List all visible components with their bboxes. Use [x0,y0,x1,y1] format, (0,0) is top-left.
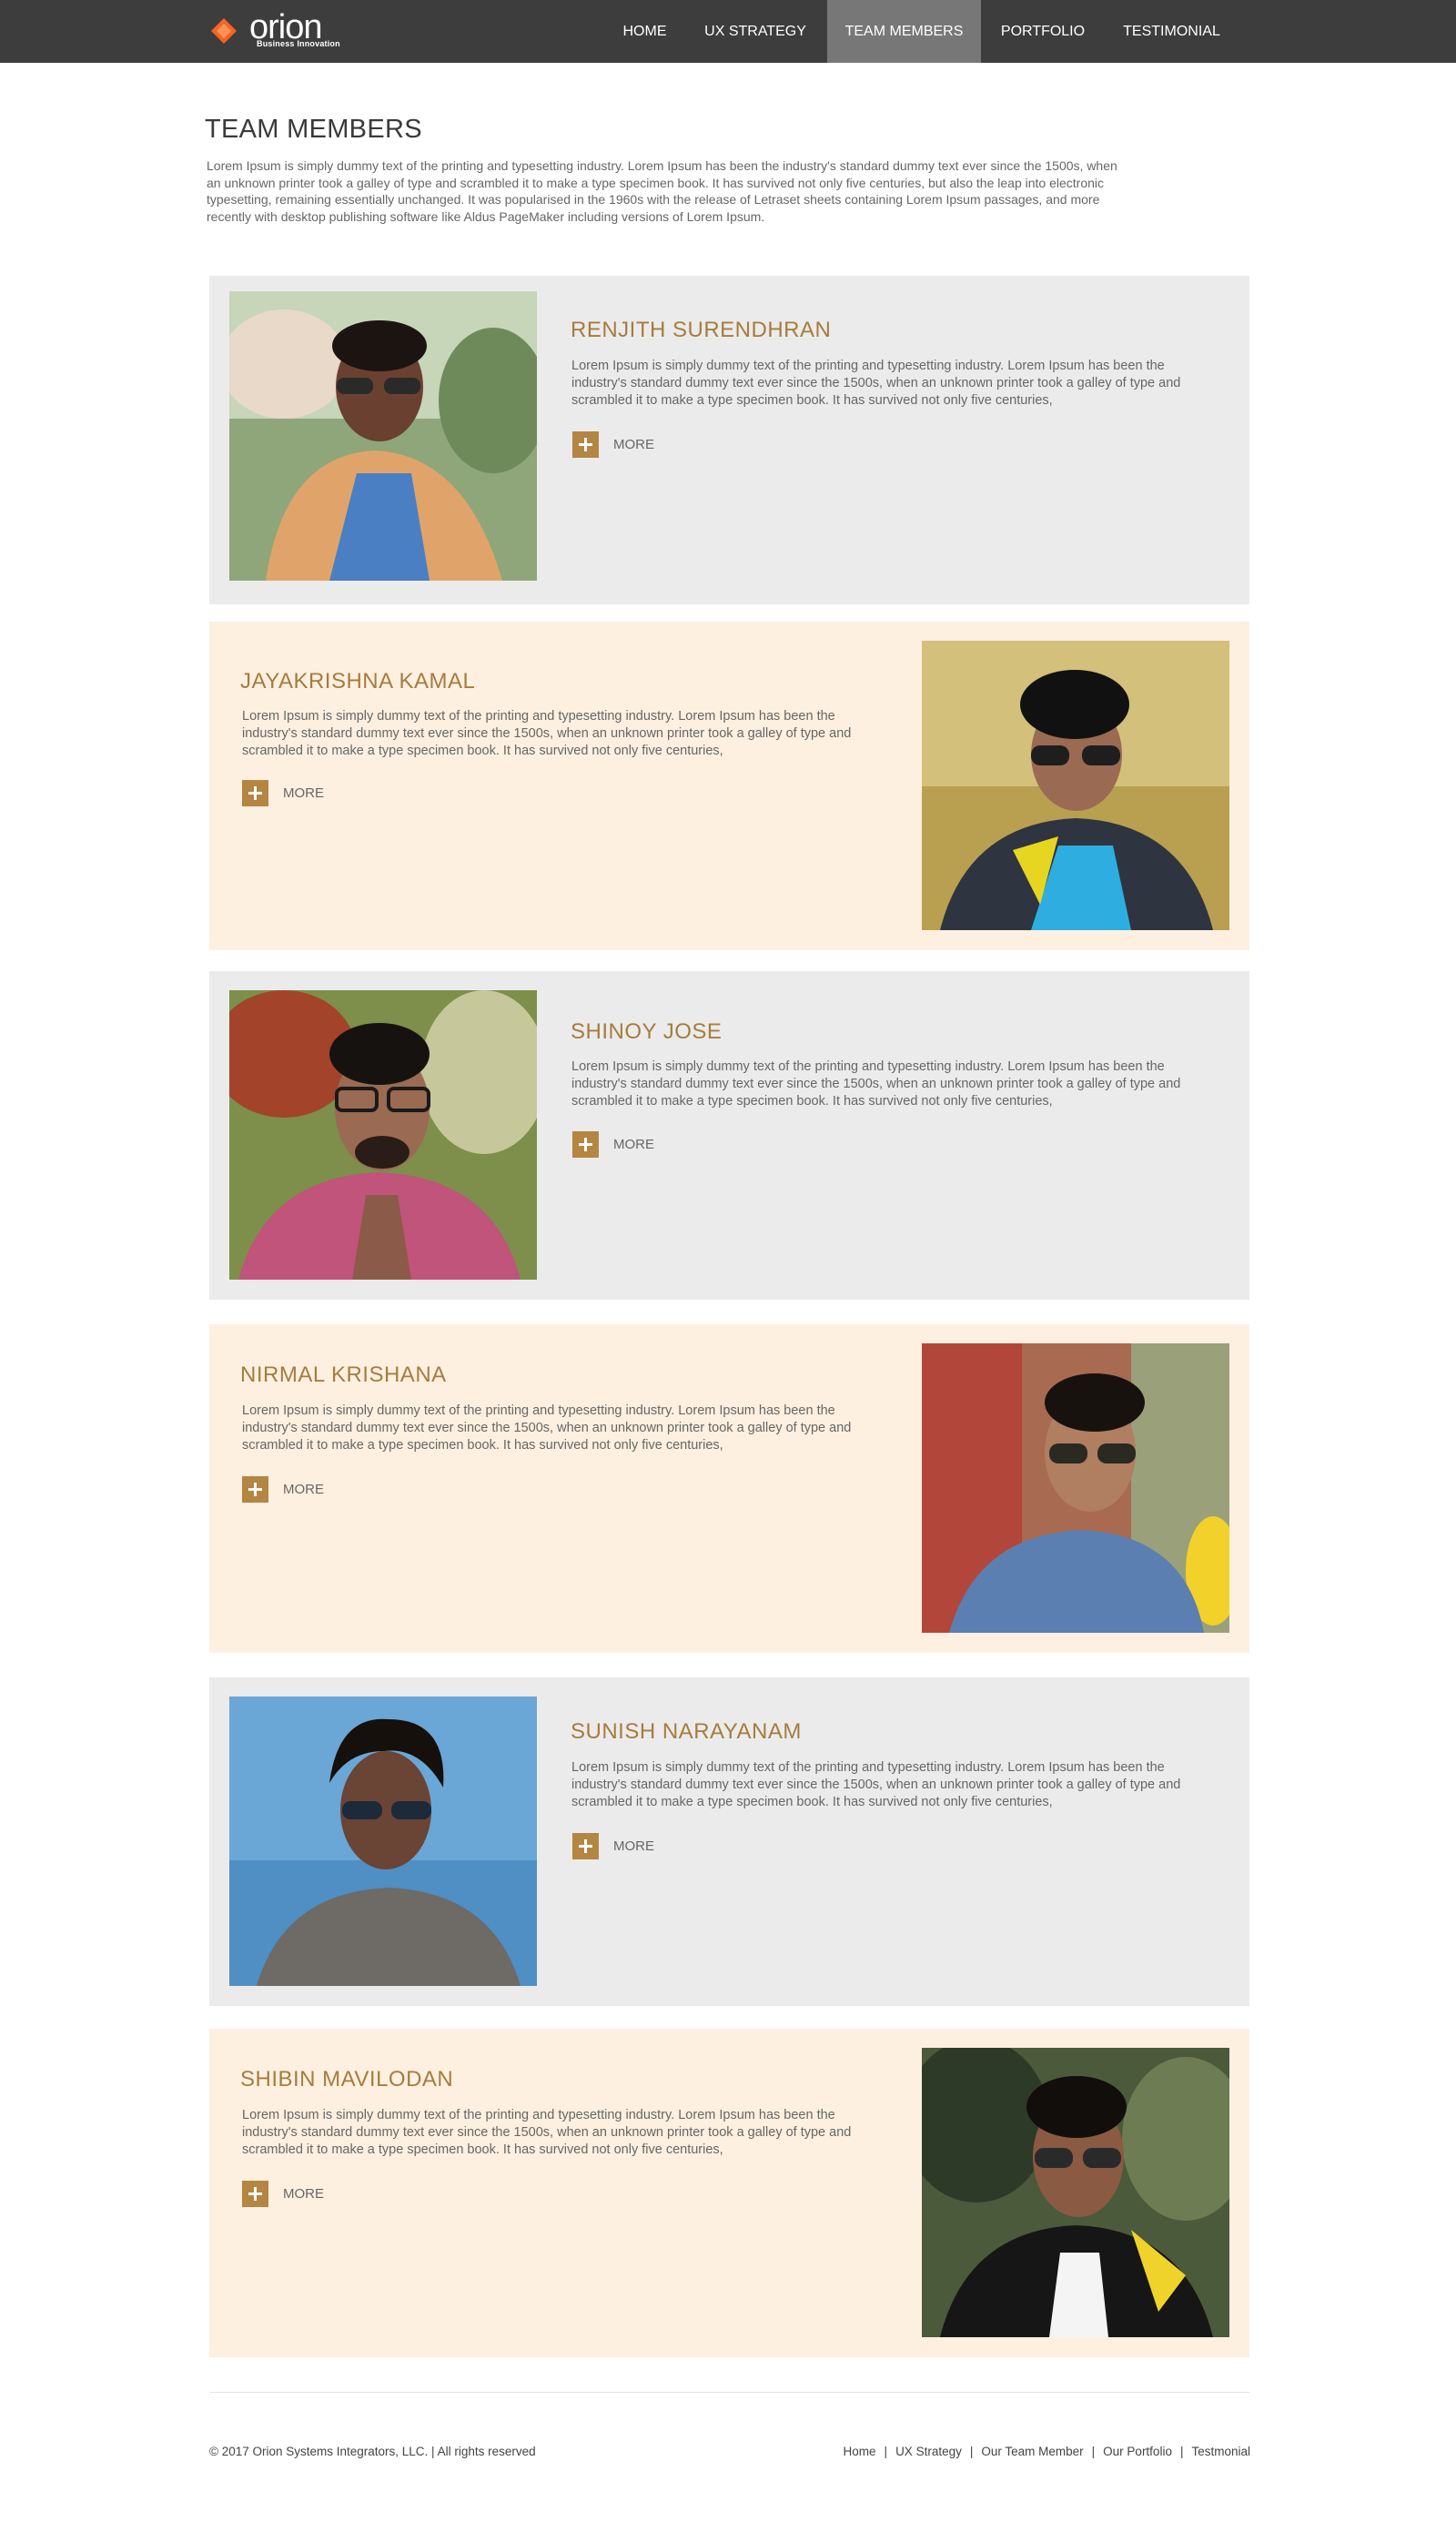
more-button[interactable]: MORE [572,1130,654,1158]
footer-link-home[interactable]: Home [844,2445,876,2458]
plus-icon [572,430,599,458]
member-name: SHIBIN MAVILODAN [240,2067,454,2091]
member-photo [922,2048,1229,2337]
member-name: NIRMAL KRISHANA [240,1362,447,1387]
copyright-text: © 2017 Orion Systems Integrators, LLC. |… [209,2445,536,2458]
footer-links: Home | UX Strategy | Our Team Member | O… [844,2445,1250,2458]
top-header: orion Business Innovation HOME UX STRATE… [0,0,1456,63]
member-photo [229,1696,537,1986]
more-label: MORE [613,1136,654,1152]
footer-separator: | [884,2445,888,2458]
nav-testimonial[interactable]: TESTIMONIAL [1109,0,1234,63]
more-label: MORE [283,785,324,801]
nav-ux-strategy[interactable]: UX STRATEGY [692,0,819,63]
team-member-card: SHIBIN MAVILODAN Lorem Ipsum is simply d… [209,2029,1249,2357]
more-label: MORE [613,1838,654,1854]
member-name: RENJITH SURENDHRAN [571,318,832,342]
more-label: MORE [283,2185,324,2202]
page-intro: Lorem Ipsum is simply dummy text of the … [207,158,1117,224]
member-description: Lorem Ipsum is simply dummy text of the … [571,1059,1181,1109]
member-description: Lorem Ipsum is simply dummy text of the … [571,359,1181,408]
member-photo [229,291,537,581]
member-name: JAYAKRISHNA KAMAL [240,669,476,694]
plus-icon [572,1130,599,1158]
more-button[interactable]: MORE [572,1832,654,1859]
orion-logo[interactable]: orion Business Innovation [211,9,357,51]
more-label: MORE [283,1481,324,1497]
page-title: TEAM MEMBERS [205,115,422,144]
footer-separator: | [1091,2445,1096,2458]
footer-divider [209,2392,1249,2393]
more-button[interactable]: MORE [242,779,324,806]
plus-icon [242,779,268,806]
member-description: Lorem Ipsum is simply dummy text of the … [242,709,852,758]
member-description: Lorem Ipsum is simply dummy text of the … [242,2108,852,2157]
member-photo [922,641,1229,930]
team-member-card: NIRMAL KRISHANA Lorem Ipsum is simply du… [209,1324,1249,1653]
member-name: SUNISH NARAYANAM [571,1719,802,1744]
member-description: Lorem Ipsum is simply dummy text of the … [242,1403,852,1453]
team-member-card: RENJITH SURENDHRAN Lorem Ipsum is simply… [209,276,1249,604]
footer-separator: | [969,2445,974,2458]
plus-icon [572,1832,599,1859]
footer-link-portfolio[interactable]: Our Portfolio [1103,2445,1172,2458]
member-photo [922,1343,1229,1633]
footer-separator: | [1179,2445,1184,2458]
more-label: MORE [613,436,654,452]
nav-home[interactable]: HOME [610,0,680,63]
plus-icon [242,2180,268,2207]
footer-link-ux-strategy[interactable]: UX Strategy [895,2445,962,2458]
more-button[interactable]: MORE [242,1475,324,1503]
member-name: SHINOY JOSE [571,1019,723,1044]
nav-portfolio[interactable]: PORTFOLIO [987,0,1098,63]
footer-link-team[interactable]: Our Team Member [981,2445,1083,2458]
team-member-card: JAYAKRISHNA KAMAL Lorem Ipsum is simply … [209,622,1249,950]
team-member-card: SHINOY JOSE Lorem Ipsum is simply dummy … [209,971,1249,1300]
team-member-card: SUNISH NARAYANAM Lorem Ipsum is simply d… [209,1677,1249,2006]
orion-diamond-icon [211,18,237,44]
plus-icon [242,1475,268,1503]
member-description: Lorem Ipsum is simply dummy text of the … [571,1760,1181,1809]
more-button[interactable]: MORE [242,2180,324,2207]
footer-link-testimonial[interactable]: Testmonial [1191,2445,1250,2458]
more-button[interactable]: MORE [572,430,654,458]
nav-team-members[interactable]: TEAM MEMBERS [827,0,981,63]
logo-tagline: Business Innovation [257,39,340,48]
member-photo [229,990,537,1280]
